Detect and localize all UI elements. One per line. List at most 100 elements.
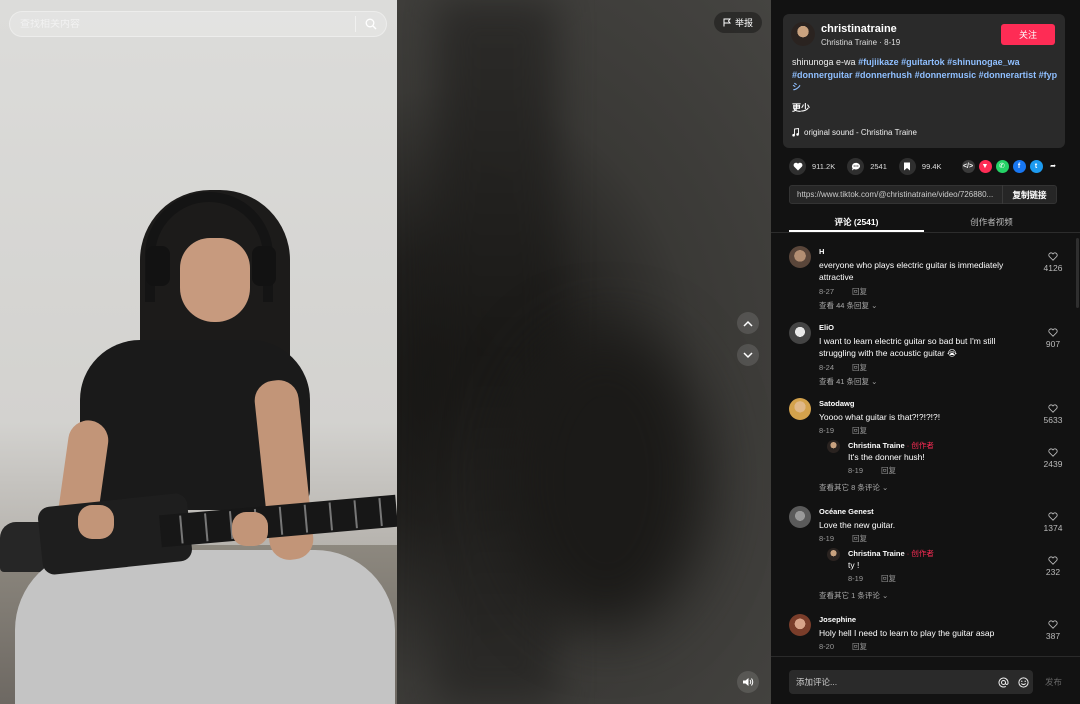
video-description: shinunoga e-wa #fujiikaze #guitartok #sh… bbox=[792, 56, 1060, 94]
chevron-down-icon bbox=[743, 351, 753, 358]
reply-button[interactable]: 回复 bbox=[881, 574, 896, 583]
tab-comments[interactable]: 评论 (2541) bbox=[789, 210, 924, 232]
comment-like-button[interactable]: 387 bbox=[1041, 620, 1065, 641]
reply-button[interactable]: 回复 bbox=[852, 363, 867, 372]
share-arrow-icon[interactable]: ➦ bbox=[1047, 160, 1060, 173]
comment-meta: 8-24 回复 bbox=[819, 362, 867, 373]
next-video-button[interactable] bbox=[737, 344, 759, 366]
heart-outline-icon bbox=[1048, 556, 1058, 565]
post-comment-button[interactable]: 发布 bbox=[1045, 676, 1062, 688]
comment-meta: 8-19 回复 bbox=[819, 533, 867, 544]
report-button[interactable]: 举报 bbox=[714, 12, 763, 33]
reply-like-button[interactable]: 232 bbox=[1041, 556, 1065, 577]
search-button[interactable] bbox=[356, 11, 386, 37]
view-replies-button[interactable]: 查看 44 条回复 ⌄ bbox=[819, 300, 877, 311]
commenter-avatar[interactable] bbox=[789, 614, 811, 636]
replier-avatar[interactable] bbox=[827, 548, 840, 561]
comment-text: I want to learn electric guitar so bad b… bbox=[819, 336, 996, 358]
whatsapp-icon[interactable]: ✆ bbox=[995, 159, 1009, 173]
comment-like-button[interactable]: 5633 bbox=[1041, 404, 1065, 425]
comment-scrollbar[interactable] bbox=[1076, 238, 1079, 308]
hashtag[interactable]: #donnerartist bbox=[979, 70, 1037, 80]
search-icon bbox=[365, 18, 377, 30]
comment-like-count: 5633 bbox=[1043, 415, 1063, 425]
repost-icon[interactable]: ▼ bbox=[978, 159, 992, 173]
reply-date: 8-19 bbox=[848, 574, 864, 583]
view-replies-button[interactable]: 查看其它 8 条评论 ⌄ bbox=[819, 482, 888, 493]
comment-meta: 8-20 回复 bbox=[819, 641, 867, 652]
reply-button[interactable]: 回复 bbox=[852, 426, 867, 435]
comment-like-button[interactable]: 907 bbox=[1041, 328, 1065, 349]
comment-input[interactable] bbox=[789, 677, 993, 687]
tab-creator-videos[interactable]: 创作者视频 bbox=[924, 210, 1059, 232]
save-count: 99.4K bbox=[921, 161, 942, 171]
save-button[interactable]: 99.4K bbox=[898, 157, 942, 175]
mention-button[interactable] bbox=[993, 677, 1013, 688]
commenter-name[interactable]: H bbox=[819, 247, 824, 256]
description-text: shinunoga e-wa bbox=[792, 57, 856, 67]
panel-tabs: 评论 (2541) 创作者视频 bbox=[789, 210, 1059, 232]
commenter-avatar[interactable] bbox=[789, 506, 811, 528]
video-blurred-background bbox=[397, 0, 771, 704]
search-input[interactable] bbox=[10, 18, 355, 30]
video-player[interactable]: 举报 bbox=[0, 0, 771, 704]
chevron-up-icon bbox=[743, 320, 753, 327]
hashtag[interactable]: #shinunogae_wa bbox=[947, 57, 1020, 67]
collapse-description-button[interactable]: 更少 bbox=[792, 101, 810, 114]
author-avatar[interactable] bbox=[791, 22, 815, 46]
follow-button[interactable]: 关注 bbox=[1001, 24, 1055, 45]
comment-date: 8-19 bbox=[819, 534, 835, 543]
music-note-icon bbox=[792, 128, 799, 137]
reply-text: ty ! bbox=[848, 560, 860, 570]
hashtag[interactable]: #guitartok bbox=[901, 57, 945, 67]
copy-link-button[interactable]: 复制链接 bbox=[1002, 185, 1056, 204]
view-replies-button[interactable]: 查看其它 1 条评论 ⌄ bbox=[819, 590, 888, 601]
reply-text: It's the donner hush! bbox=[848, 452, 925, 462]
commenter-name[interactable]: Satodawg bbox=[819, 399, 854, 408]
reply-button[interactable]: 回复 bbox=[852, 534, 867, 543]
creator-badge: · 创作者 bbox=[906, 549, 934, 558]
replier-name[interactable]: Christina Traine · 创作者 bbox=[848, 548, 934, 559]
comment-like-button[interactable]: 4126 bbox=[1041, 252, 1065, 273]
comment-like-button[interactable]: 1374 bbox=[1041, 512, 1065, 533]
volume-button[interactable] bbox=[737, 671, 759, 693]
sound-link[interactable]: original sound - Christina Traine bbox=[792, 128, 917, 137]
video-url[interactable]: https://www.tiktok.com/@christinatraine/… bbox=[790, 190, 1002, 199]
speaker-icon bbox=[743, 678, 754, 686]
comment-button[interactable]: 2541 bbox=[847, 157, 887, 175]
author-subline: Christina Traine · 8-19 bbox=[821, 38, 901, 47]
action-bar: 911.2K 2541 99.4K </> ▼ ✆ f t ➦ bbox=[789, 156, 1061, 176]
replier-name[interactable]: Christina Traine · 创作者 bbox=[848, 440, 934, 451]
video-frame[interactable] bbox=[0, 0, 397, 704]
view-replies-button[interactable]: 查看 41 条回复 ⌄ bbox=[819, 376, 877, 387]
reply-like-button[interactable]: 2439 bbox=[1041, 448, 1065, 469]
reply-button[interactable]: 回复 bbox=[881, 466, 896, 475]
replier-avatar[interactable] bbox=[827, 440, 840, 453]
embed-icon[interactable]: </> bbox=[961, 159, 975, 173]
author-username[interactable]: christinatraine bbox=[821, 23, 897, 35]
reply-button[interactable]: 回复 bbox=[852, 642, 867, 651]
commenter-name[interactable]: Josephine bbox=[819, 615, 856, 624]
reply-button[interactable]: 回复 bbox=[852, 287, 867, 296]
previous-video-button[interactable] bbox=[737, 312, 759, 334]
hashtag[interactable]: #fujiikaze bbox=[858, 57, 899, 67]
facebook-icon[interactable]: f bbox=[1012, 159, 1026, 173]
comment-date: 8-19 bbox=[819, 426, 835, 435]
twitter-icon[interactable]: t bbox=[1029, 159, 1043, 173]
comment-like-count: 907 bbox=[1045, 339, 1061, 349]
emoji-button[interactable] bbox=[1013, 676, 1033, 688]
like-button[interactable]: 911.2K bbox=[789, 157, 835, 175]
comment-list[interactable]: H everyone who plays electric guitar is … bbox=[771, 238, 1080, 656]
search-bar[interactable] bbox=[9, 11, 387, 37]
commenter-name[interactable]: EliO bbox=[819, 323, 834, 332]
hashtag[interactable]: #donnerhush bbox=[855, 70, 912, 80]
commenter-avatar[interactable] bbox=[789, 246, 811, 268]
hashtag[interactable]: #donnerguitar bbox=[792, 70, 853, 80]
commenter-name[interactable]: Océane Genest bbox=[819, 507, 874, 516]
hashtag[interactable]: #donnermusic bbox=[915, 70, 977, 80]
heart-outline-icon bbox=[1048, 404, 1058, 413]
video-link-box: https://www.tiktok.com/@christinatraine/… bbox=[789, 185, 1057, 204]
commenter-avatar[interactable] bbox=[789, 398, 811, 420]
comment-date: 8-20 bbox=[819, 642, 835, 651]
commenter-avatar[interactable] bbox=[789, 322, 811, 344]
